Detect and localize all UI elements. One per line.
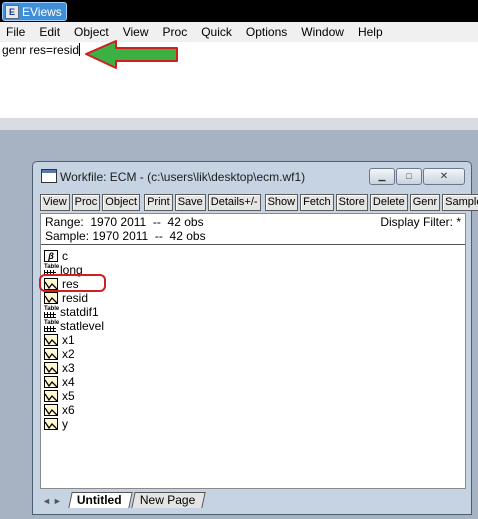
series-icon <box>44 334 58 346</box>
object-item-statlevel[interactable]: Table statlevel <box>44 319 104 333</box>
menu-window[interactable]: Window <box>294 25 351 39</box>
object-name: x2 <box>62 347 75 361</box>
text-cursor <box>79 43 81 56</box>
eviews-logo-icon: E <box>5 4 19 19</box>
res-highlight-annotation <box>39 274 106 292</box>
workfile-titlebar[interactable]: Workfile: ECM - (c:\users\lik\desktop\ec… <box>33 162 471 190</box>
sample-label: Sample: <box>45 229 90 243</box>
close-icon[interactable]: ✕ <box>423 168 465 185</box>
details-button[interactable]: Details+/- <box>207 194 261 211</box>
object-name: y <box>62 417 68 431</box>
series-icon <box>44 292 58 304</box>
tab-untitled-label: Untitled <box>76 493 122 507</box>
object-name: x6 <box>62 403 75 417</box>
maximize-icon[interactable]: □ <box>396 168 422 185</box>
command-window[interactable]: genr res=resid <box>0 42 478 118</box>
range-row[interactable]: Range: 1970 2011 -- 42 obs <box>45 215 206 229</box>
menu-bar: File Edit Object View Proc Quick Options… <box>0 22 478 42</box>
series-icon <box>44 376 58 388</box>
command-input[interactable]: genr res=resid <box>2 43 81 57</box>
display-filter[interactable]: Display Filter: * <box>380 215 461 229</box>
sample-button[interactable]: Sample <box>442 194 478 211</box>
object-item-x2[interactable]: x2 <box>44 347 104 361</box>
object-name: c <box>62 249 68 263</box>
object-item-resid[interactable]: resid <box>44 291 104 305</box>
workfile-window: Workfile: ECM - (c:\users\lik\desktop\ec… <box>32 161 478 515</box>
menu-quick[interactable]: Quick <box>194 25 239 39</box>
view-button[interactable]: View <box>40 194 70 211</box>
genr-button[interactable]: Genr <box>409 194 441 211</box>
object-name: statlevel <box>60 319 105 333</box>
object-item-statdif1[interactable]: Table statdif1 <box>44 305 104 319</box>
menu-object[interactable]: Object <box>67 25 116 39</box>
annotation-arrow-icon <box>85 40 178 69</box>
object-item-x5[interactable]: x5 <box>44 389 104 403</box>
save-button[interactable]: Save <box>174 194 206 211</box>
object-button[interactable]: Object <box>102 194 141 211</box>
menu-view[interactable]: View <box>116 25 156 39</box>
tab-new-page[interactable]: New Page <box>130 492 206 508</box>
object-name: resid <box>62 291 89 305</box>
sample-row[interactable]: Sample: 1970 2011 -- 42 obs <box>45 229 206 243</box>
minimize-icon[interactable]: ▁ <box>369 168 395 185</box>
workfile-info: Range: 1970 2011 -- 42 obs Sample: 1970 … <box>45 215 206 243</box>
delete-button[interactable]: Delete <box>369 194 408 211</box>
object-item-x4[interactable]: x4 <box>44 375 104 389</box>
window-controls: ▁ □ ✕ <box>369 168 465 185</box>
object-item-y[interactable]: y <box>44 417 104 431</box>
object-name: x1 <box>62 333 75 347</box>
menu-help[interactable]: Help <box>351 25 390 39</box>
object-item-x6[interactable]: x6 <box>44 403 104 417</box>
store-button[interactable]: Store <box>335 194 368 211</box>
series-icon <box>44 418 58 430</box>
command-text: genr res=resid <box>2 43 80 57</box>
range-label: Range: <box>45 215 84 229</box>
app-title[interactable]: E EViews <box>2 2 67 21</box>
workfile-toolbar: View Proc Object Print Save Details+/- S… <box>40 194 478 211</box>
object-item-x3[interactable]: x3 <box>44 361 104 375</box>
show-button[interactable]: Show <box>264 194 299 211</box>
series-icon <box>44 404 58 416</box>
menu-options[interactable]: Options <box>239 25 294 39</box>
tab-scroll-arrows: ◄ ► <box>42 496 62 506</box>
tab-new-page-label: New Page <box>139 493 195 507</box>
object-item-c[interactable]: βc <box>44 249 104 263</box>
object-name: x5 <box>62 389 75 403</box>
print-button[interactable]: Print <box>144 194 173 211</box>
fetch-button[interactable]: Fetch <box>300 194 334 211</box>
range-value: 1970 2011 -- 42 obs <box>90 215 204 229</box>
object-item-x1[interactable]: x1 <box>44 333 104 347</box>
page-tabs: ◄ ► Untitled New Page <box>40 490 464 508</box>
menu-proc[interactable]: Proc <box>156 25 195 39</box>
tab-untitled[interactable]: Untitled <box>68 492 133 508</box>
scroll-right-icon[interactable]: ► <box>53 496 62 506</box>
menu-edit[interactable]: Edit <box>32 25 67 39</box>
app-titlebar: E EViews <box>0 0 478 22</box>
app-title-text: EViews <box>22 4 62 19</box>
header-divider <box>41 244 465 245</box>
workfile-title: Workfile: ECM - (c:\users\lik\desktop\ec… <box>60 170 306 184</box>
coefficient-icon: β <box>44 250 58 262</box>
object-name: statdif1 <box>60 305 99 319</box>
scroll-left-icon[interactable]: ◄ <box>42 496 51 506</box>
table-icon: Table <box>44 320 59 332</box>
object-name: x3 <box>62 361 75 375</box>
series-icon <box>44 348 58 360</box>
table-icon: Table <box>44 306 59 318</box>
workfile-body: Range: 1970 2011 -- 42 obs Sample: 1970 … <box>40 213 466 489</box>
sample-value: 1970 2011 -- 42 obs <box>92 229 206 243</box>
object-name: x4 <box>62 375 75 389</box>
desktop-divider <box>0 118 478 130</box>
series-icon <box>44 390 58 402</box>
proc-button[interactable]: Proc <box>71 194 101 211</box>
series-icon <box>44 362 58 374</box>
window-icon <box>41 169 57 183</box>
menu-file[interactable]: File <box>0 25 32 39</box>
